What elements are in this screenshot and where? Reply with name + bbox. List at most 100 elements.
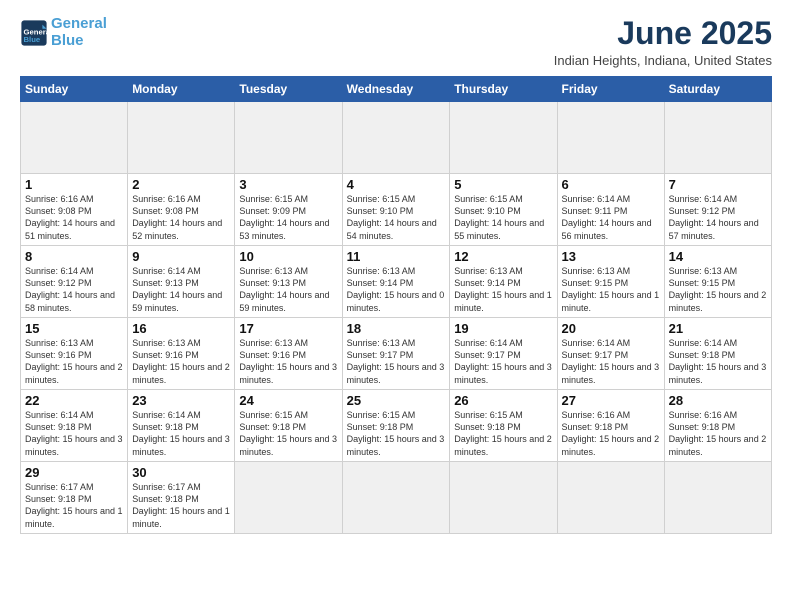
calendar-cell <box>235 102 342 174</box>
day-number: 23 <box>132 393 230 408</box>
day-number: 6 <box>562 177 660 192</box>
calendar-cell: 2Sunrise: 6:16 AMSunset: 9:08 PMDaylight… <box>128 174 235 246</box>
day-number: 17 <box>239 321 337 336</box>
day-info: Sunrise: 6:14 AMSunset: 9:17 PMDaylight:… <box>562 337 660 386</box>
calendar-header-row: Sunday Monday Tuesday Wednesday Thursday… <box>21 77 772 102</box>
calendar-cell <box>450 102 557 174</box>
calendar-cell <box>557 462 664 534</box>
calendar-cell: 13Sunrise: 6:13 AMSunset: 9:15 PMDayligh… <box>557 246 664 318</box>
col-sunday: Sunday <box>21 77 128 102</box>
calendar-cell: 18Sunrise: 6:13 AMSunset: 9:17 PMDayligh… <box>342 318 450 390</box>
day-info: Sunrise: 6:14 AMSunset: 9:12 PMDaylight:… <box>25 265 123 314</box>
day-info: Sunrise: 6:14 AMSunset: 9:11 PMDaylight:… <box>562 193 660 242</box>
day-info: Sunrise: 6:13 AMSunset: 9:16 PMDaylight:… <box>239 337 337 386</box>
day-info: Sunrise: 6:13 AMSunset: 9:13 PMDaylight:… <box>239 265 337 314</box>
calendar-cell: 17Sunrise: 6:13 AMSunset: 9:16 PMDayligh… <box>235 318 342 390</box>
title-block: June 2025 Indian Heights, Indiana, Unite… <box>554 16 772 68</box>
day-info: Sunrise: 6:14 AMSunset: 9:12 PMDaylight:… <box>669 193 767 242</box>
day-info: Sunrise: 6:13 AMSunset: 9:17 PMDaylight:… <box>347 337 446 386</box>
day-number: 10 <box>239 249 337 264</box>
day-info: Sunrise: 6:16 AMSunset: 9:18 PMDaylight:… <box>562 409 660 458</box>
calendar-cell <box>664 462 771 534</box>
col-friday: Friday <box>557 77 664 102</box>
day-number: 11 <box>347 249 446 264</box>
calendar-cell <box>235 462 342 534</box>
calendar-cell: 1Sunrise: 6:16 AMSunset: 9:08 PMDaylight… <box>21 174 128 246</box>
calendar-cell: 23Sunrise: 6:14 AMSunset: 9:18 PMDayligh… <box>128 390 235 462</box>
calendar-cell: 6Sunrise: 6:14 AMSunset: 9:11 PMDaylight… <box>557 174 664 246</box>
day-number: 5 <box>454 177 552 192</box>
col-monday: Monday <box>128 77 235 102</box>
day-number: 13 <box>562 249 660 264</box>
day-info: Sunrise: 6:17 AMSunset: 9:18 PMDaylight:… <box>132 481 230 530</box>
calendar-cell: 16Sunrise: 6:13 AMSunset: 9:16 PMDayligh… <box>128 318 235 390</box>
logo-text: GeneralBlue <box>51 16 107 49</box>
day-number: 21 <box>669 321 767 336</box>
calendar-cell <box>450 462 557 534</box>
col-wednesday: Wednesday <box>342 77 450 102</box>
day-number: 28 <box>669 393 767 408</box>
day-number: 14 <box>669 249 767 264</box>
day-info: Sunrise: 6:13 AMSunset: 9:15 PMDaylight:… <box>669 265 767 314</box>
day-info: Sunrise: 6:14 AMSunset: 9:13 PMDaylight:… <box>132 265 230 314</box>
day-number: 25 <box>347 393 446 408</box>
day-info: Sunrise: 6:13 AMSunset: 9:14 PMDaylight:… <box>347 265 446 314</box>
day-number: 20 <box>562 321 660 336</box>
month-title: June 2025 <box>554 16 772 51</box>
calendar-cell <box>128 102 235 174</box>
location: Indian Heights, Indiana, United States <box>554 53 772 68</box>
day-number: 8 <box>25 249 123 264</box>
day-info: Sunrise: 6:15 AMSunset: 9:18 PMDaylight:… <box>239 409 337 458</box>
day-info: Sunrise: 6:15 AMSunset: 9:09 PMDaylight:… <box>239 193 337 242</box>
day-info: Sunrise: 6:16 AMSunset: 9:08 PMDaylight:… <box>25 193 123 242</box>
day-info: Sunrise: 6:16 AMSunset: 9:08 PMDaylight:… <box>132 193 230 242</box>
calendar-cell: 3Sunrise: 6:15 AMSunset: 9:09 PMDaylight… <box>235 174 342 246</box>
day-number: 26 <box>454 393 552 408</box>
calendar-cell: 12Sunrise: 6:13 AMSunset: 9:14 PMDayligh… <box>450 246 557 318</box>
day-number: 30 <box>132 465 230 480</box>
calendar-cell: 15Sunrise: 6:13 AMSunset: 9:16 PMDayligh… <box>21 318 128 390</box>
day-number: 12 <box>454 249 552 264</box>
day-info: Sunrise: 6:15 AMSunset: 9:10 PMDaylight:… <box>454 193 552 242</box>
calendar-cell: 7Sunrise: 6:14 AMSunset: 9:12 PMDaylight… <box>664 174 771 246</box>
day-number: 27 <box>562 393 660 408</box>
col-tuesday: Tuesday <box>235 77 342 102</box>
logo-icon: General Blue <box>20 19 48 47</box>
calendar-cell: 25Sunrise: 6:15 AMSunset: 9:18 PMDayligh… <box>342 390 450 462</box>
calendar-cell: 11Sunrise: 6:13 AMSunset: 9:14 PMDayligh… <box>342 246 450 318</box>
page: General Blue GeneralBlue June 2025 India… <box>0 0 792 612</box>
calendar-cell: 28Sunrise: 6:16 AMSunset: 9:18 PMDayligh… <box>664 390 771 462</box>
calendar-cell: 4Sunrise: 6:15 AMSunset: 9:10 PMDaylight… <box>342 174 450 246</box>
col-thursday: Thursday <box>450 77 557 102</box>
day-info: Sunrise: 6:17 AMSunset: 9:18 PMDaylight:… <box>25 481 123 530</box>
calendar-cell <box>664 102 771 174</box>
logo: General Blue GeneralBlue <box>20 16 107 49</box>
day-number: 24 <box>239 393 337 408</box>
calendar-cell: 21Sunrise: 6:14 AMSunset: 9:18 PMDayligh… <box>664 318 771 390</box>
calendar-cell: 29Sunrise: 6:17 AMSunset: 9:18 PMDayligh… <box>21 462 128 534</box>
day-number: 9 <box>132 249 230 264</box>
calendar-cell: 30Sunrise: 6:17 AMSunset: 9:18 PMDayligh… <box>128 462 235 534</box>
calendar-cell: 24Sunrise: 6:15 AMSunset: 9:18 PMDayligh… <box>235 390 342 462</box>
svg-text:Blue: Blue <box>24 35 41 44</box>
day-number: 7 <box>669 177 767 192</box>
calendar-cell: 20Sunrise: 6:14 AMSunset: 9:17 PMDayligh… <box>557 318 664 390</box>
calendar-cell: 10Sunrise: 6:13 AMSunset: 9:13 PMDayligh… <box>235 246 342 318</box>
day-info: Sunrise: 6:13 AMSunset: 9:16 PMDaylight:… <box>132 337 230 386</box>
day-info: Sunrise: 6:14 AMSunset: 9:18 PMDaylight:… <box>669 337 767 386</box>
calendar-cell: 9Sunrise: 6:14 AMSunset: 9:13 PMDaylight… <box>128 246 235 318</box>
day-number: 4 <box>347 177 446 192</box>
day-info: Sunrise: 6:13 AMSunset: 9:14 PMDaylight:… <box>454 265 552 314</box>
col-saturday: Saturday <box>664 77 771 102</box>
calendar-cell: 27Sunrise: 6:16 AMSunset: 9:18 PMDayligh… <box>557 390 664 462</box>
calendar-cell <box>342 102 450 174</box>
day-info: Sunrise: 6:14 AMSunset: 9:18 PMDaylight:… <box>25 409 123 458</box>
calendar-cell: 14Sunrise: 6:13 AMSunset: 9:15 PMDayligh… <box>664 246 771 318</box>
day-info: Sunrise: 6:14 AMSunset: 9:17 PMDaylight:… <box>454 337 552 386</box>
day-info: Sunrise: 6:14 AMSunset: 9:18 PMDaylight:… <box>132 409 230 458</box>
calendar-cell: 8Sunrise: 6:14 AMSunset: 9:12 PMDaylight… <box>21 246 128 318</box>
calendar-cell <box>557 102 664 174</box>
day-info: Sunrise: 6:13 AMSunset: 9:16 PMDaylight:… <box>25 337 123 386</box>
day-info: Sunrise: 6:15 AMSunset: 9:18 PMDaylight:… <box>454 409 552 458</box>
day-number: 29 <box>25 465 123 480</box>
